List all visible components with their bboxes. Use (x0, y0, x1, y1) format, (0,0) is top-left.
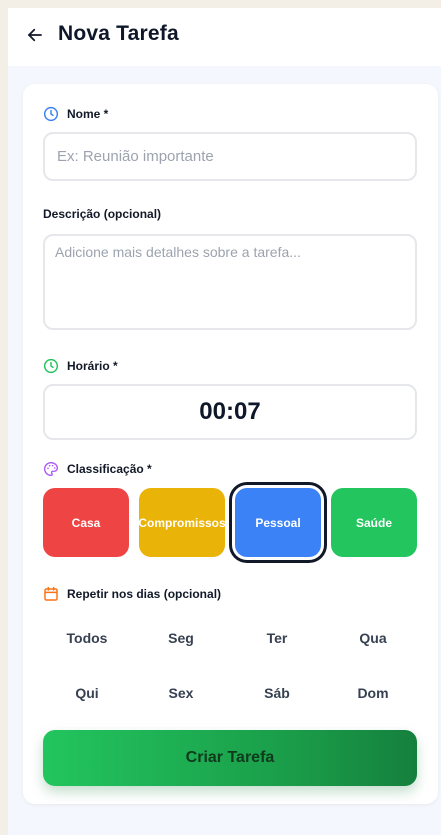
day-todos[interactable]: Todos (47, 626, 127, 650)
time-label-text: Horário * (67, 359, 118, 373)
description-input[interactable] (43, 234, 417, 330)
day-seg[interactable]: Seg (141, 626, 221, 650)
category-saude-label: Saúde (355, 515, 392, 530)
description-label-text: Descrição (opcional) (43, 207, 162, 221)
category-pessoal-button[interactable]: Pessoal (235, 488, 321, 557)
app-header: Nova Tarefa (8, 8, 441, 66)
time-label: Horário * (43, 358, 118, 374)
app-screen: Nova Tarefa Nome * Descrição (opcional) … (8, 8, 441, 835)
time-input[interactable]: 00:07 (43, 384, 417, 440)
description-label: Descrição (opcional) (43, 207, 161, 221)
day-qua[interactable]: Qua (333, 626, 413, 650)
category-compromissos-button[interactable]: Compromissos (138, 488, 226, 557)
page-title: Nova Tarefa (58, 22, 179, 45)
create-task-button[interactable]: Criar Tarefa (43, 730, 417, 786)
name-label: Nome * (43, 106, 108, 122)
back-button[interactable] (24, 23, 46, 47)
name-input[interactable] (43, 132, 417, 181)
day-sab[interactable]: Sáb (237, 681, 317, 705)
category-casa-button[interactable]: Casa (43, 488, 129, 557)
day-sex[interactable]: Sex (141, 681, 221, 705)
category-compromissos-label: Compromissos (138, 515, 226, 530)
calendar-icon (44, 586, 58, 601)
category-pessoal-label: Pessoal (255, 515, 301, 530)
day-qui[interactable]: Qui (47, 681, 127, 705)
clock-icon (43, 106, 59, 122)
arrow-left-icon (28, 28, 42, 42)
create-task-label: Criar Tarefa (185, 749, 275, 766)
name-label-text: Nome * (67, 107, 109, 121)
category-saude-button[interactable]: Saúde (331, 488, 417, 557)
task-form-card: Nome * Descrição (opcional) Horário * 00… (23, 84, 438, 804)
time-value: 00:07 (199, 398, 261, 425)
repeat-label: Repetir nos dias (opcional) (43, 586, 221, 602)
classification-label-text: Classificação * (67, 462, 152, 476)
classification-label: Classificação * (43, 461, 152, 477)
clock-icon (43, 358, 59, 374)
palette-icon (44, 461, 59, 477)
day-ter[interactable]: Ter (237, 626, 317, 650)
category-casa-label: Casa (71, 515, 101, 530)
repeat-label-text: Repetir nos dias (opcional) (67, 587, 222, 601)
day-dom[interactable]: Dom (333, 681, 413, 705)
